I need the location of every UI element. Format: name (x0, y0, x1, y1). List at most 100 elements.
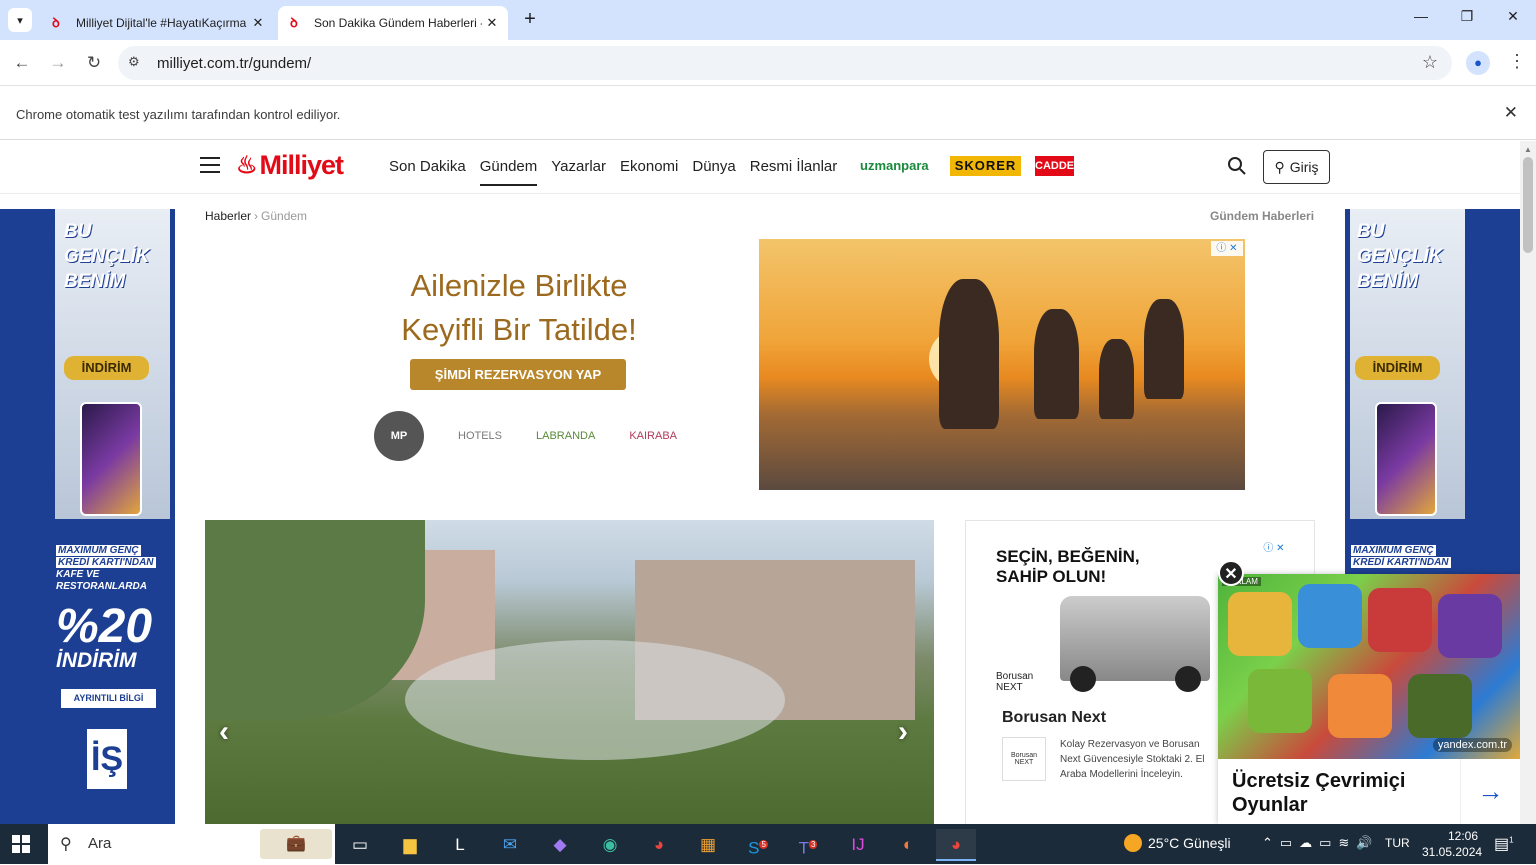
search-icon[interactable] (1227, 156, 1247, 176)
milliyet-logo[interactable]: ♨ Milliyet (236, 148, 345, 182)
taskbar-search-placeholder: Ara (88, 835, 112, 852)
nav-ekonomi[interactable]: Ekonomi (620, 158, 678, 186)
credit-card-image (80, 402, 142, 516)
left-skin-ad[interactable]: BU GENÇLİK BENİM İNDİRİM MAXIMUM GENÇ KR… (0, 209, 175, 824)
games-collage: REKLAM yandex.com.tr (1218, 574, 1520, 759)
taskbar-search[interactable]: ⚲ Ara 💼 (48, 824, 335, 864)
promo-line: MAXIMUM GENÇ (1351, 545, 1436, 556)
task-view-icon[interactable]: ▭ (340, 829, 380, 861)
skorer-link[interactable]: SKORER (950, 156, 1021, 176)
family-beach-photo: ⓘ ✕ (759, 239, 1245, 490)
yandex-ad-title[interactable]: Ücretsiz Çevrimiçi Oyunlar (1232, 769, 1452, 817)
person-silhouette (1034, 309, 1079, 419)
hamburger-menu-icon[interactable] (200, 157, 220, 173)
car-ad-headline-line: SAHİP OLUN! (996, 567, 1107, 586)
user-icon: ⚲ (1274, 158, 1285, 175)
store-icon[interactable]: ▦ (688, 829, 728, 861)
tab-title: Milliyet Dijital'le #HayatıKaçırma (76, 16, 247, 30)
bookmark-star-icon[interactable]: ☆ (1422, 52, 1438, 73)
briefcase-icon[interactable]: 💼 (260, 829, 332, 859)
forward-button[interactable]: → (46, 51, 70, 75)
teams-badge: 3 (808, 840, 818, 849)
weather-widget[interactable]: 25°C Güneşli (1124, 834, 1231, 852)
nav-son-dakika[interactable]: Son Dakika (389, 158, 466, 186)
skin-promo: MAXIMUM GENÇ KREDİ KARTI'NDAN (1351, 545, 1461, 569)
skype-icon[interactable]: S5 (738, 829, 778, 861)
postman-icon[interactable]: ◐ (888, 829, 928, 861)
skin-badge: İNDİRİM (1355, 356, 1440, 380)
close-window-button[interactable]: ✕ (1490, 8, 1536, 32)
uzmanpara-link[interactable]: uzmanpara (860, 156, 929, 176)
start-button-icon[interactable] (12, 835, 30, 853)
app-l-icon[interactable]: L (440, 829, 480, 861)
new-tab-button[interactable]: + (518, 8, 542, 32)
tab-title: Son Dakika Gündem Haberleri - (314, 16, 482, 30)
skin-discount: İNDİRİM (56, 649, 137, 672)
site-settings-icon[interactable]: ⚙ (128, 54, 140, 70)
login-button[interactable]: ⚲ Giriş (1263, 150, 1330, 184)
logo-text: Milliyet (259, 149, 345, 180)
tab-gundem[interactable]: ꝺ Son Dakika Gündem Haberleri - ✕ (278, 6, 508, 40)
notification-icon[interactable]: ▤1 (1494, 834, 1514, 854)
nav-dunya[interactable]: Dünya (692, 158, 735, 186)
reload-button[interactable]: ↻ (82, 51, 106, 75)
slider-prev-icon[interactable]: ‹ (219, 715, 229, 749)
promo-line: KREDİ KARTI'NDAN (56, 557, 156, 568)
intellij-icon[interactable]: IJ (838, 829, 878, 861)
game-tile (1298, 584, 1362, 648)
copilot-icon[interactable]: ◆ (540, 829, 580, 861)
edge-icon[interactable]: ◉ (590, 829, 630, 861)
breadcrumb-home[interactable]: Haberler (205, 209, 251, 223)
profile-avatar-icon[interactable]: ● (1466, 51, 1490, 75)
arrow-right-icon[interactable]: → (1460, 759, 1520, 824)
file-explorer-icon[interactable]: ▆ (390, 829, 430, 861)
close-ad-icon[interactable]: ✕ (1218, 560, 1244, 586)
smoke (405, 640, 785, 760)
page-scrollbar[interactable]: ▲ (1520, 141, 1536, 824)
chrome-active-icon[interactable]: ◕ (936, 829, 976, 861)
teams-icon[interactable]: T3 (788, 829, 828, 861)
reservation-button[interactable]: ŞİMDİ REZERVASYON YAP (410, 359, 626, 390)
game-tile (1408, 674, 1472, 738)
person-silhouette (1144, 299, 1184, 399)
breadcrumb: Haberler › Gündem (205, 209, 307, 223)
url-text[interactable]: milliyet.com.tr/gundem/ (157, 55, 311, 72)
nav-gundem[interactable]: Gündem (479, 158, 538, 186)
car-ad-description: Kolay Rezervasyon ve Borusan Next Güvenc… (1060, 739, 1205, 780)
adchoices-icon[interactable]: ⓘ ✕ (1258, 541, 1290, 556)
tab-close-icon[interactable]: ✕ (482, 15, 502, 31)
car-ad-name[interactable]: Borusan Next (1002, 709, 1106, 727)
adchoices-icon[interactable]: ⓘ ✕ (1211, 241, 1243, 256)
restore-button[interactable]: ❐ (1444, 8, 1490, 32)
back-button[interactable]: ← (10, 51, 34, 75)
news-slider[interactable]: ‹ › (205, 520, 934, 824)
yandex-games-ad[interactable]: REKLAM yandex.com.tr Ücretsiz Çevrimiçi … (1218, 574, 1520, 824)
slider-next-icon[interactable]: › (898, 715, 908, 749)
ad-headline-line: Keyifli Bir Tatilde! (401, 312, 637, 347)
language-indicator[interactable]: TUR (1385, 836, 1410, 850)
menu-kebab-icon[interactable]: ⋮ (1508, 51, 1526, 72)
flame-icon: ♨ (236, 151, 258, 179)
hotel-banner-ad[interactable]: Ailenizle Birlikte Keyifli Bir Tatilde! … (360, 239, 1246, 491)
nav-yazarlar[interactable]: Yazarlar (551, 158, 606, 186)
game-tile (1368, 588, 1432, 652)
skype-badge: 5 (759, 840, 768, 849)
clock[interactable]: 12:06 31.05.2024 (1422, 828, 1482, 860)
address-bar[interactable]: ⚙ milliyet.com.tr/gundem/ ☆ (118, 46, 1452, 80)
scroll-up-icon[interactable]: ▲ (1524, 145, 1532, 154)
scrollbar-thumb[interactable] (1523, 157, 1533, 253)
system-tray-icons[interactable]: ⌃▭☁▭≋🔊 (1262, 835, 1380, 851)
chrome-icon[interactable]: ◕ (639, 829, 679, 861)
automation-infobar: Chrome otomatik test yazılımı tarafından… (0, 87, 1536, 140)
skin-more-button[interactable]: AYRINTILI BİLGİ (61, 689, 156, 708)
sun-icon (1124, 834, 1142, 852)
infobar-close-icon[interactable]: ✕ (1504, 103, 1518, 123)
tab-search-dropdown-icon[interactable]: ▾ (8, 8, 32, 32)
minimize-button[interactable]: — (1398, 8, 1444, 32)
tab-close-icon[interactable]: ✕ (248, 15, 268, 31)
mail-icon[interactable]: ✉ (490, 829, 530, 861)
nav-resmi-ilanlar[interactable]: Resmi İlanlar (750, 158, 838, 186)
tab-milliyet-dijital[interactable]: ꝺ Milliyet Dijital'le #HayatıKaçırma ✕ (40, 6, 274, 40)
site-header: ♨ Milliyet Son Dakika Gündem Yazarlar Ek… (0, 141, 1520, 194)
cadde-link[interactable]: CADDE (1035, 156, 1074, 176)
